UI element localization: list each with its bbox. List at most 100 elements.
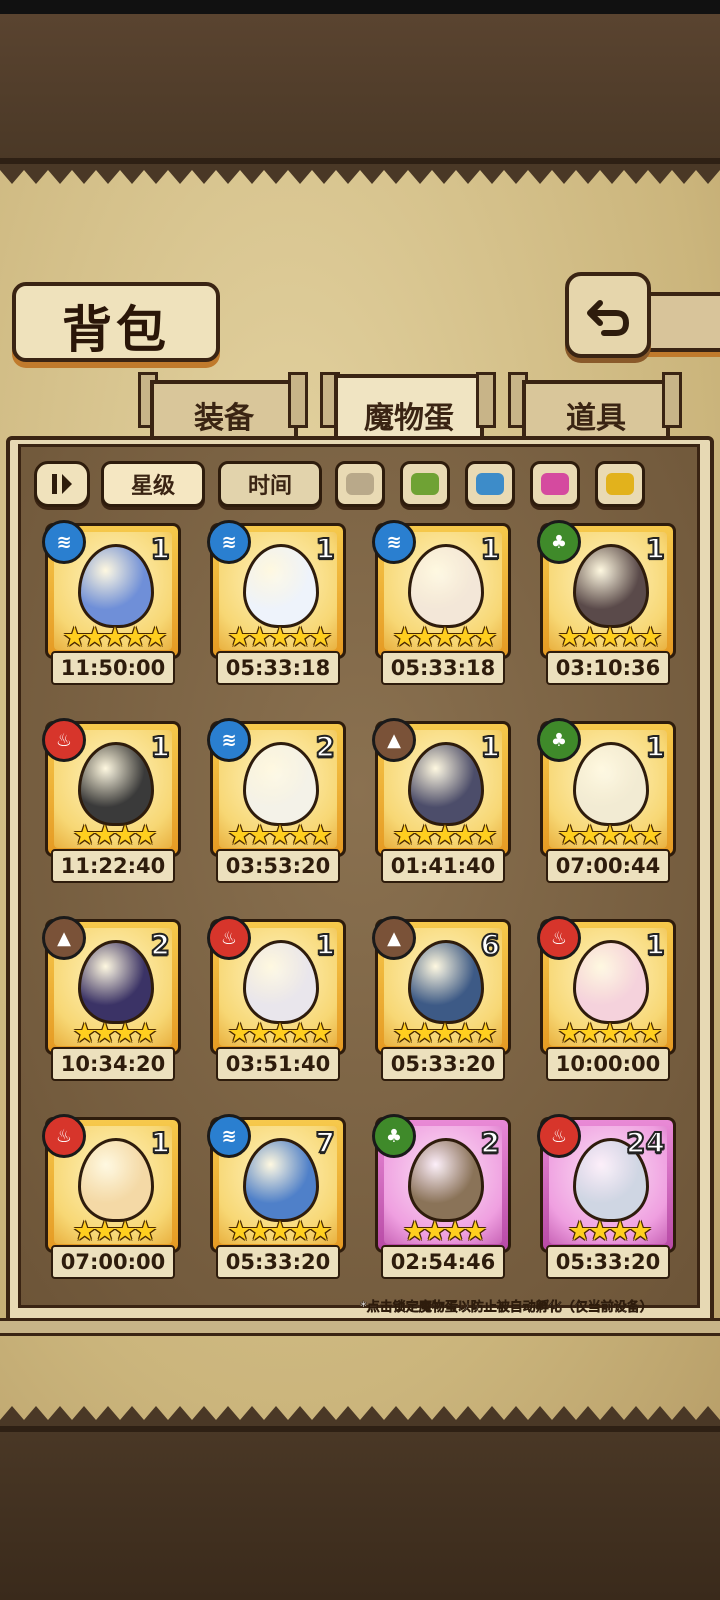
status-bar xyxy=(0,0,720,14)
hatch-timer: 10:00:00 xyxy=(546,1047,670,1081)
star-rating: ★★★★★ xyxy=(378,1020,508,1048)
lock-hint-text: *点击锁定魔物蛋以防止被自动孵化（仅当前设备） xyxy=(360,1300,653,1316)
star-icon: ★ xyxy=(227,820,251,851)
hatch-timer: 11:22:40 xyxy=(51,849,175,883)
filter-color-pink[interactable] xyxy=(530,461,580,507)
star-icon: ★ xyxy=(638,622,662,653)
egg-count: 1 xyxy=(314,927,336,962)
star-icon: ★ xyxy=(557,622,581,653)
star-rating: ★★★★★ xyxy=(213,624,343,652)
egg-count: 1 xyxy=(149,729,171,764)
star-rating: ★★★★★ xyxy=(543,1020,673,1048)
star-icon: ★ xyxy=(422,1216,447,1247)
top-zigzag-border xyxy=(0,164,720,184)
star-icon: ★ xyxy=(443,1216,467,1247)
water-element-icon: ≋ xyxy=(207,1114,251,1158)
egg-card[interactable]: ♨ 1 ★★★★★ xyxy=(207,916,346,1055)
hatch-timer: 03:53:20 xyxy=(216,849,340,883)
star-icon: ★ xyxy=(113,820,137,851)
star-icon: ★ xyxy=(577,622,602,653)
filter-color-yellow[interactable] xyxy=(595,461,645,507)
star-icon: ★ xyxy=(432,820,457,851)
egg-card[interactable]: ▲ 6 ★★★★★ xyxy=(372,916,511,1055)
egg-count: 7 xyxy=(314,1125,336,1160)
water-element-icon: ≋ xyxy=(207,520,251,564)
star-icon: ★ xyxy=(597,622,622,653)
star-icon: ★ xyxy=(392,1018,416,1049)
star-icon: ★ xyxy=(227,1216,251,1247)
page-title: 背包 xyxy=(62,300,170,359)
star-icon: ★ xyxy=(618,1018,642,1049)
star-rating: ★★★★★ xyxy=(543,624,673,652)
tab-divider xyxy=(288,372,308,428)
egg-count: 2 xyxy=(149,927,171,962)
egg-card[interactable]: ♣ 2 ★★★★ xyxy=(372,1114,511,1253)
hatch-timer: 07:00:00 xyxy=(51,1245,175,1279)
egg-card[interactable]: ≋ 2 ★★★★★ xyxy=(207,718,346,857)
egg-count: 1 xyxy=(149,1125,171,1160)
egg-count: 6 xyxy=(479,927,501,962)
star-icon: ★ xyxy=(227,622,251,653)
sort-by-star-button[interactable]: 星级 xyxy=(101,461,205,507)
star-icon: ★ xyxy=(597,1018,622,1049)
egg-card[interactable]: ♣ 1 ★★★★★ xyxy=(537,718,676,857)
back-button[interactable] xyxy=(565,272,651,358)
fire-element-icon: ♨ xyxy=(537,1114,581,1158)
egg-card[interactable]: ≋ 1 ★★★★★ xyxy=(42,520,181,659)
egg-card[interactable]: ≋ 1 ★★★★★ xyxy=(207,520,346,659)
egg-card[interactable]: ♨ 1 ★★★★ xyxy=(42,1114,181,1253)
star-icon: ★ xyxy=(412,622,437,653)
star-icon: ★ xyxy=(92,1018,117,1049)
hatch-timer: 05:33:18 xyxy=(381,651,505,685)
hatch-timer: 11:50:00 xyxy=(51,651,175,685)
star-icon: ★ xyxy=(247,1216,272,1247)
egg-card[interactable]: ♣ 1 ★★★★★ xyxy=(537,520,676,659)
star-icon: ★ xyxy=(628,1216,652,1247)
panel-bottom-rail xyxy=(0,1318,720,1336)
star-icon: ★ xyxy=(247,1018,272,1049)
hatch-timer: 10:34:20 xyxy=(51,1047,175,1081)
star-icon: ★ xyxy=(567,1216,592,1247)
egg-card[interactable]: ▲ 2 ★★★★ xyxy=(42,916,181,1055)
star-icon: ★ xyxy=(308,1018,332,1049)
filter-color-green[interactable] xyxy=(400,461,450,507)
top-map-band xyxy=(0,14,720,164)
star-icon: ★ xyxy=(453,622,477,653)
hatch-timer: 05:33:20 xyxy=(381,1047,505,1081)
grass-element-icon: ♣ xyxy=(537,520,581,564)
star-icon: ★ xyxy=(288,622,312,653)
star-icon: ★ xyxy=(638,820,662,851)
star-icon: ★ xyxy=(587,1216,612,1247)
egg-card[interactable]: ≋ 7 ★★★★★ xyxy=(207,1114,346,1253)
egg-card[interactable]: ♨ 1 ★★★★★ xyxy=(537,916,676,1055)
star-icon: ★ xyxy=(288,820,312,851)
hatch-timer: 07:00:44 xyxy=(546,849,670,883)
egg-count: 1 xyxy=(644,927,666,962)
bottom-map-band xyxy=(0,1426,720,1600)
star-rating: ★★★★ xyxy=(543,1218,673,1246)
star-icon: ★ xyxy=(577,820,602,851)
star-icon: ★ xyxy=(113,1018,137,1049)
egg-count: 1 xyxy=(479,729,501,764)
back-arrow-icon xyxy=(587,300,630,336)
egg-count: 1 xyxy=(479,531,501,566)
sort-by-time-button[interactable]: 时间 xyxy=(218,461,322,507)
earth-element-icon: ▲ xyxy=(42,916,86,960)
star-icon: ★ xyxy=(102,622,127,653)
star-rating: ★★★★ xyxy=(48,1020,178,1048)
star-icon: ★ xyxy=(453,1018,477,1049)
star-rating: ★★★★ xyxy=(48,822,178,850)
star-rating: ★★★★★ xyxy=(213,1218,343,1246)
egg-card[interactable]: ♨ 24 ★★★★ xyxy=(537,1114,676,1253)
egg-card[interactable]: ≋ 1 ★★★★★ xyxy=(372,520,511,659)
filter-color-gray[interactable] xyxy=(335,461,385,507)
egg-card[interactable]: ♨ 1 ★★★★ xyxy=(42,718,181,857)
sort-order-toggle[interactable] xyxy=(34,461,90,507)
star-icon: ★ xyxy=(463,1216,487,1247)
color-swatch xyxy=(606,473,634,495)
filter-color-blue[interactable] xyxy=(465,461,515,507)
egg-card[interactable]: ▲ 1 ★★★★★ xyxy=(372,718,511,857)
fire-element-icon: ♨ xyxy=(537,916,581,960)
grass-element-icon: ♣ xyxy=(372,1114,416,1158)
egg-count: 1 xyxy=(644,729,666,764)
